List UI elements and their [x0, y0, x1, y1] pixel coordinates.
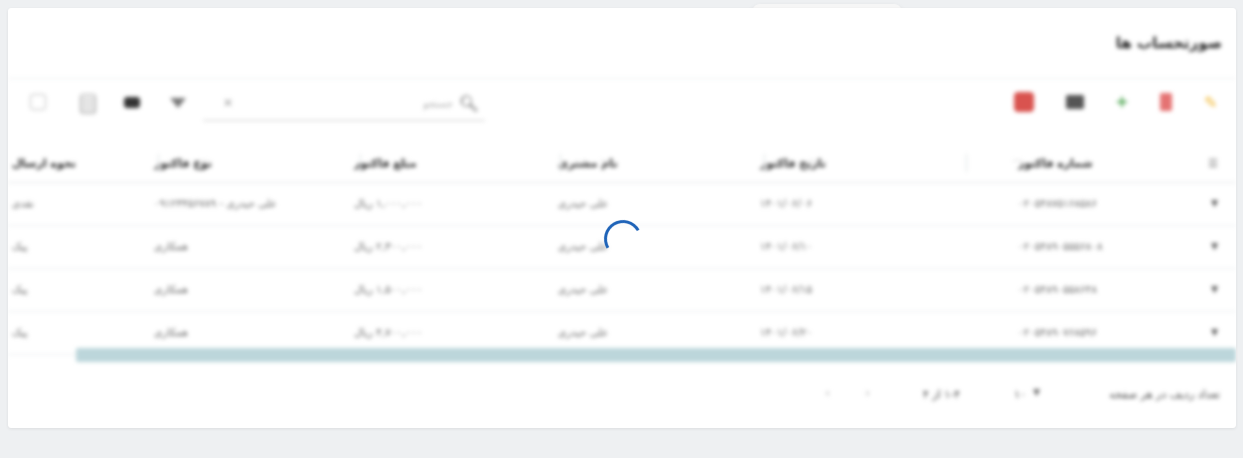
density-icon[interactable] [124, 97, 140, 108]
column-divider[interactable] [966, 154, 967, 172]
cell-invoice-date: ۱۴۰۱/۰۶/۱۰ [760, 241, 813, 253]
pagination-range: ۱-۴ از ۴ [922, 388, 960, 401]
expand-row-icon[interactable]: ▼ [1211, 183, 1218, 225]
table-row[interactable]: ▼ ۰۲۰۵۴۸۹۰۵۵۸۶۴۸ ۱۴۰۱/۰۶/۱۵ علی حیدری ۱,… [8, 269, 1236, 312]
chevron-down-icon[interactable]: ▼ [1033, 388, 1040, 398]
cell-invoice-type: همکاری [154, 241, 188, 253]
delete-icon[interactable] [1160, 93, 1172, 111]
cell-invoice-type: علی حیدری - ۰۹۱۲۳۴۵۶۷۸۹ [154, 198, 277, 210]
search-placeholder: جستجو [423, 99, 453, 110]
next-page-button[interactable]: › [825, 386, 830, 400]
column-menu-icon[interactable]: ⋯ [198, 156, 208, 167]
title-divider [8, 78, 1236, 79]
table-footer: تعداد ردیف در هر صفحه ۱۰ ▼ ۱-۴ از ۴ ‹ › [8, 380, 1236, 410]
rows-per-page-label: تعداد ردیف در هر صفحه [1109, 388, 1220, 401]
column-divider[interactable] [764, 154, 765, 172]
cell-shipping-method: پیک [12, 241, 28, 253]
cell-invoice-number: ۰۲۰۵۴۸۹۰۵۵۵۶۸۰۸ [1018, 241, 1103, 253]
cell-invoice-date: ۱۴۰۱/۰۶/۱۵ [760, 284, 813, 296]
column-menu-icon[interactable]: ⋯ [1013, 156, 1023, 167]
expand-row-icon[interactable]: ▼ [1211, 226, 1218, 268]
page-title: صورتحساب ها [1115, 34, 1222, 52]
column-menu-icon[interactable]: ⋯ [400, 156, 410, 167]
cell-customer-name: علی حیدری [558, 198, 609, 210]
cell-invoice-amount: ۱,۰۰۰,۰۰۰ ریال [354, 198, 423, 210]
cell-invoice-date: ۱۴۰۱/۰۶/۰۶ [760, 198, 813, 210]
expand-all-icon[interactable]: ☰ [1208, 144, 1218, 182]
table-header: ☰ شماره فاکتور ⋯ تاریخ فاکتور ⋯ نام مشتر… [8, 144, 1236, 183]
cell-invoice-amount: ۲,۳۰۰,۰۰۰ ریال [354, 241, 423, 253]
cell-invoice-number: ۰۲۰۵۴۸۹۰۵۵۸۶۴۸ [1018, 284, 1097, 296]
prev-page-button[interactable]: ‹ [865, 386, 870, 400]
filter-icon[interactable] [170, 98, 186, 108]
cell-shipping-method: نقدی [12, 198, 34, 210]
search-box[interactable]: ✕ جستجو 🔍︎ [203, 88, 485, 121]
cell-invoice-type: همکاری [154, 284, 188, 296]
column-menu-icon[interactable]: ⋯ [600, 156, 610, 167]
invoices-card: صورتحساب ها ✕ جستجو 🔍︎ + ✎ ☰ شماره فاکتو… [8, 8, 1236, 428]
column-divider[interactable] [360, 154, 361, 172]
cell-customer-name: علی حیدری [558, 284, 609, 296]
column-menu-icon[interactable]: ⋯ [808, 156, 818, 167]
pdf-icon[interactable] [1014, 92, 1034, 112]
col-header-invoice-date[interactable]: تاریخ فاکتور [760, 144, 960, 182]
close-icon[interactable]: ✕ [223, 96, 233, 110]
horizontal-scrollbar[interactable] [76, 348, 1236, 362]
cell-invoice-number: ۰۲۰۵۴۸۷۵۱۶۸۵۸۶ [1018, 198, 1097, 210]
video-icon[interactable] [1066, 95, 1084, 109]
col-header-customer-name[interactable]: نام مشتری [558, 144, 758, 182]
edit-icon[interactable]: ✎ [1204, 94, 1222, 112]
add-icon[interactable]: + [1114, 94, 1130, 110]
cell-shipping-method: پیک [12, 284, 28, 296]
cell-customer-name: علی حیدری [558, 241, 609, 253]
grid-icon[interactable] [30, 94, 46, 110]
col-header-invoice-number[interactable]: شماره فاکتور [1018, 144, 1188, 182]
col-header-shipping-method[interactable]: نحوه ارسال [12, 144, 152, 182]
col-header-invoice-amount[interactable]: مبلغ فاکتور [354, 144, 554, 182]
search-icon[interactable]: 🔍︎ [459, 94, 479, 113]
rows-per-page-select[interactable]: ۱۰ [1014, 388, 1026, 401]
col-header-invoice-type[interactable]: نوع فاکتور [154, 144, 354, 182]
cell-invoice-amount: ۱,۵۰۰,۰۰۰ ریال [354, 284, 423, 296]
column-divider[interactable] [158, 154, 159, 172]
columns-icon[interactable] [80, 94, 96, 114]
expand-row-icon[interactable]: ▼ [1211, 269, 1218, 311]
column-divider[interactable] [560, 154, 561, 172]
